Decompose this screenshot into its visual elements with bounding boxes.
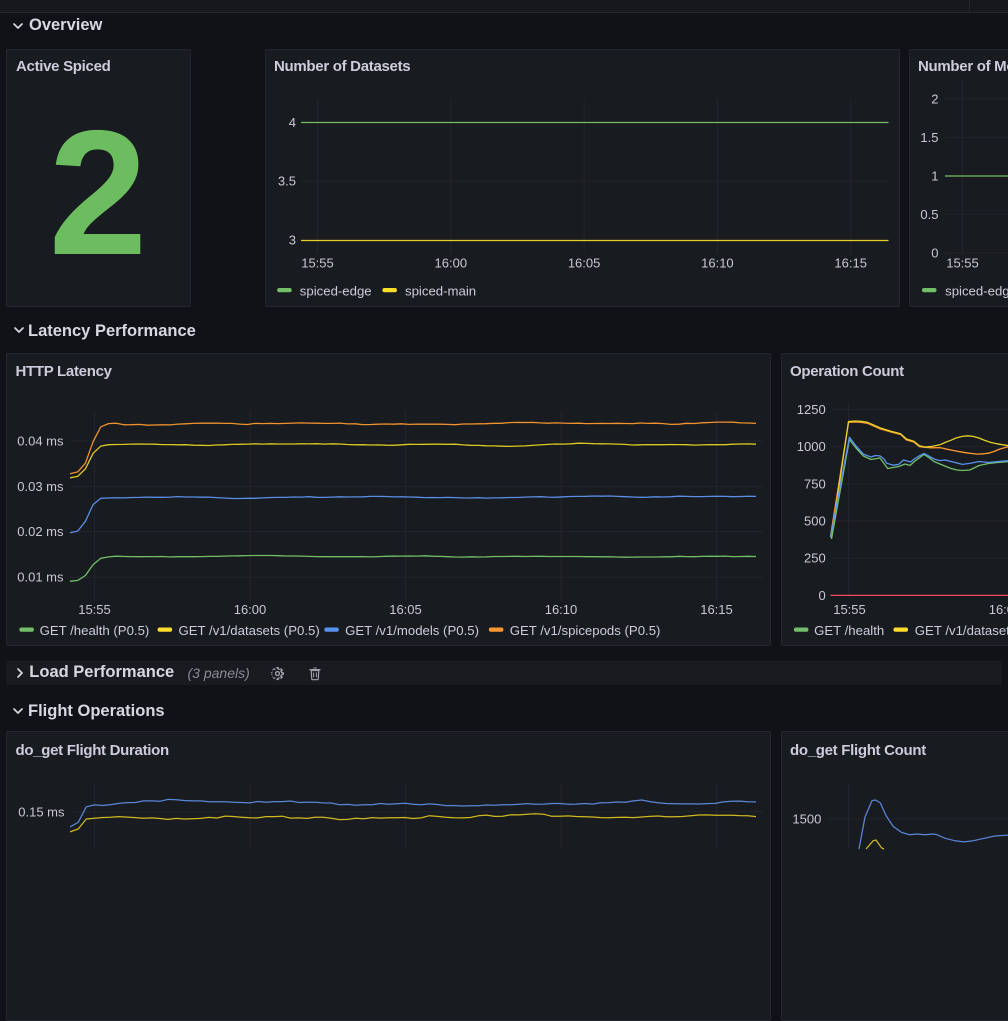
svg-text:16:10: 16:10 [545,602,578,617]
svg-text:1500: 1500 [792,811,821,826]
svg-text:15:55: 15:55 [301,256,334,271]
svg-text:16:05: 16:05 [567,256,600,271]
svg-text:16:15: 16:15 [834,256,867,271]
svg-text:3: 3 [288,232,295,247]
svg-text:GET /v1/datasets: GET /v1/datasets [914,623,1008,638]
svg-text:15:55: 15:55 [78,602,111,617]
svg-text:0.15 ms: 0.15 ms [18,804,65,819]
svg-text:1.5: 1.5 [920,130,938,145]
svg-text:0.03 ms: 0.03 ms [17,479,64,494]
svg-text:1: 1 [931,169,938,184]
svg-text:1250: 1250 [796,402,825,417]
svg-text:0: 0 [818,588,825,603]
svg-text:spiced-main: spiced-main [405,284,476,299]
svg-text:15:55: 15:55 [946,256,979,271]
svg-text:0.02 ms: 0.02 ms [17,524,64,539]
svg-text:16:05: 16:05 [389,602,422,617]
svg-text:spiced-edge: spiced-edge [945,284,1008,299]
svg-text:GET /v1/spicepods (P0.5): GET /v1/spicepods (P0.5) [510,623,661,638]
svg-text:3.5: 3.5 [277,174,295,189]
svg-text:750: 750 [803,476,825,491]
svg-text:15:55: 15:55 [833,602,866,617]
svg-text:4: 4 [288,115,295,130]
svg-text:GET /health: GET /health [814,623,884,638]
svg-text:0: 0 [931,246,938,261]
svg-text:16:00: 16:00 [234,602,267,617]
svg-text:16:00: 16:00 [434,256,467,271]
svg-text:GET /v1/datasets (P0.5): GET /v1/datasets (P0.5) [179,623,320,638]
svg-text:250: 250 [803,551,825,566]
svg-text:0.01 ms: 0.01 ms [17,570,64,585]
svg-text:GET /health (P0.5): GET /health (P0.5) [40,623,150,638]
svg-text:0.5: 0.5 [920,207,938,222]
svg-text:16:10: 16:10 [701,256,734,271]
svg-text:2: 2 [931,91,938,106]
svg-text:1000: 1000 [796,439,825,454]
svg-text:0.04 ms: 0.04 ms [17,434,64,449]
svg-text:500: 500 [803,514,825,529]
svg-text:16:15: 16:15 [700,602,733,617]
svg-text:spiced-edge: spiced-edge [299,284,371,299]
svg-text:GET /v1/models (P0.5): GET /v1/models (P0.5) [345,623,479,638]
svg-text:16:00: 16:00 [988,602,1008,617]
